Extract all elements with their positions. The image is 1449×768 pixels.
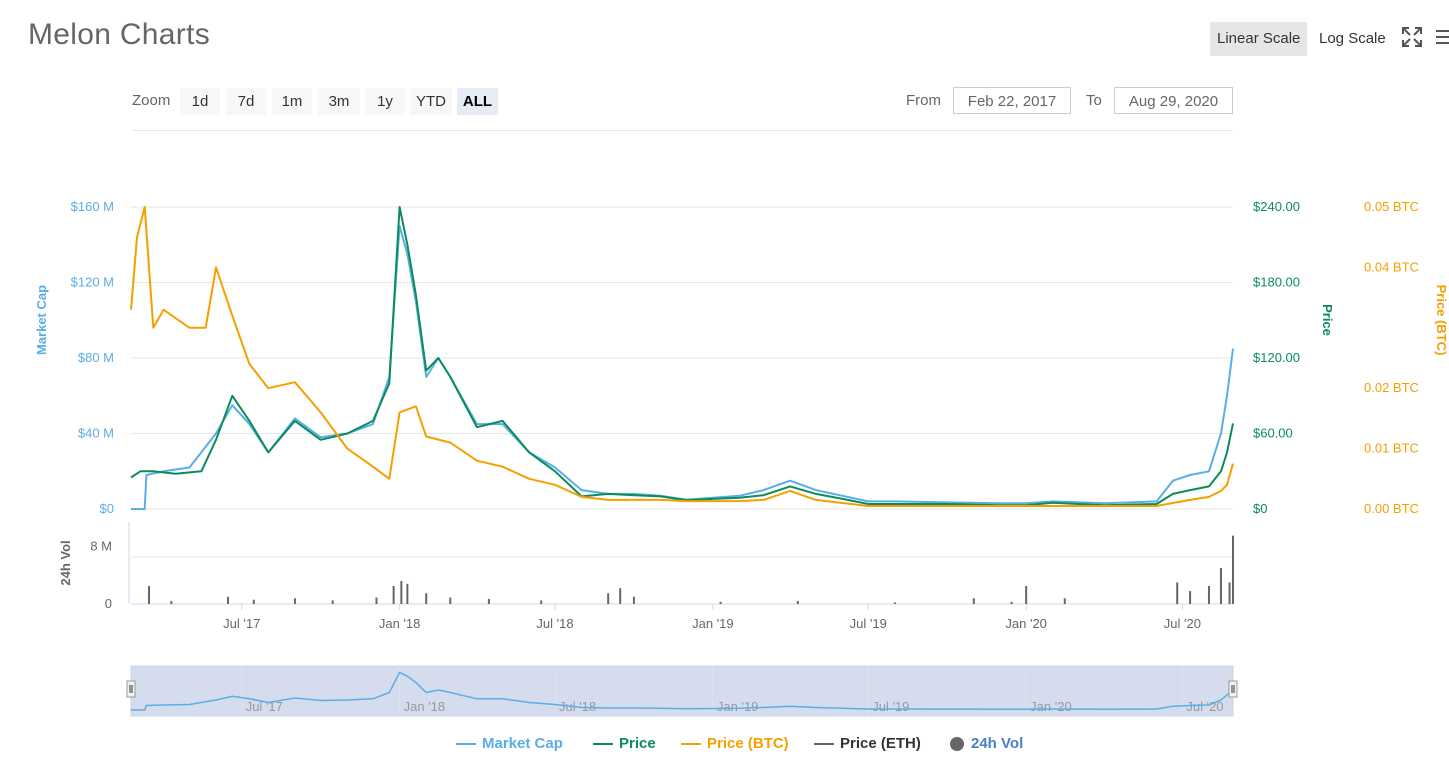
volume-bar bbox=[796, 601, 799, 604]
series-line-price-btc bbox=[130, 206, 1234, 507]
price-tick-label: $180.00 bbox=[1253, 275, 1300, 290]
legend-line-icon bbox=[593, 743, 613, 746]
btc-tick-label: 0.05 BTC bbox=[1364, 199, 1419, 214]
volume-tick-label: 0 bbox=[105, 596, 112, 611]
market-cap-tick-label: $160 M bbox=[71, 199, 114, 214]
x-tick-label: Jul '20 bbox=[1164, 616, 1201, 631]
handle-grip bbox=[126, 680, 136, 698]
x-tick-label: Jan '20 bbox=[1005, 616, 1047, 631]
market-cap-tick-label: $0 bbox=[100, 501, 114, 516]
legend-item-market-cap[interactable]: Market Cap bbox=[456, 735, 563, 752]
navigator-left-handle[interactable] bbox=[126, 680, 136, 698]
handle-grip bbox=[1228, 680, 1238, 698]
navigator: Jul '17 Jan '18 Jul '18 Jan '19 Jul '19 Jan '… bbox=[126, 665, 1238, 717]
volume-bar bbox=[375, 597, 378, 604]
btc-tick-label: 0.00 BTC bbox=[1364, 501, 1419, 516]
price-tick-label: $120.00 bbox=[1253, 350, 1300, 365]
volume-bar bbox=[487, 598, 490, 604]
btc-tick-label: 0.02 BTC bbox=[1364, 380, 1419, 395]
volume-bars bbox=[148, 535, 1234, 604]
volume-bar bbox=[1010, 601, 1013, 604]
series-line-market-cap bbox=[131, 224, 1234, 510]
volume-bar bbox=[540, 600, 543, 604]
btc-tick-label: 0.01 BTC bbox=[1364, 441, 1419, 456]
price-axis-title: Price bbox=[1320, 304, 1335, 336]
navigator-tick-label: Jan '20 bbox=[1030, 699, 1072, 714]
price-chart: $0 $40 M $80 M $120 M $160 M $0 $60.00 $120.00 $… bbox=[34, 199, 1449, 717]
grid-lines bbox=[128, 206, 1233, 605]
volume-bar bbox=[893, 602, 896, 604]
price-tick-label: $0 bbox=[1253, 501, 1267, 516]
volume-bar bbox=[226, 596, 229, 604]
legend-line-icon bbox=[681, 743, 701, 746]
volume-bar bbox=[449, 597, 452, 604]
navigator-right-handle[interactable] bbox=[1228, 680, 1238, 698]
volume-bar bbox=[1176, 582, 1179, 604]
volume-bar bbox=[1219, 568, 1222, 604]
volume-bar bbox=[632, 596, 635, 604]
btc-axis-title: Price (BTC) bbox=[1434, 285, 1449, 356]
x-tick-label: Jan '18 bbox=[379, 616, 421, 631]
volume-bar bbox=[1228, 582, 1231, 604]
volume-bar bbox=[1025, 586, 1028, 604]
market-cap-tick-label: $120 M bbox=[71, 275, 114, 290]
x-tick-label: Jul '19 bbox=[850, 616, 887, 631]
market-cap-axis-title: Market Cap bbox=[34, 285, 49, 355]
volume-bar bbox=[400, 580, 403, 604]
x-tick-label: Jul '18 bbox=[536, 616, 573, 631]
legend-item-price[interactable]: Price bbox=[593, 735, 656, 752]
navigator-tick-label: Jan '19 bbox=[717, 699, 759, 714]
price-tick-label: $60.00 bbox=[1253, 426, 1293, 441]
legend-line-icon bbox=[456, 743, 476, 746]
legend-line-icon bbox=[814, 743, 834, 746]
legend-item-price-btc[interactable]: Price (BTC) bbox=[681, 735, 789, 752]
volume-bar bbox=[972, 598, 975, 604]
legend-label: Price (ETH) bbox=[840, 735, 921, 752]
volume-bar bbox=[719, 601, 722, 604]
series-line-price bbox=[130, 206, 1234, 507]
x-tick-label: Jul '17 bbox=[223, 616, 260, 631]
legend-label: 24h Vol bbox=[971, 735, 1024, 752]
legend-label: Price bbox=[619, 735, 656, 752]
volume-bar bbox=[619, 588, 622, 604]
legend-label: Market Cap bbox=[482, 735, 563, 752]
volume-bar bbox=[425, 593, 428, 604]
volume-bar bbox=[148, 586, 151, 604]
legend-circle-icon bbox=[950, 737, 964, 752]
volume-tick-label: 8 M bbox=[90, 538, 112, 553]
price-tick-label: $240.00 bbox=[1253, 199, 1300, 214]
volume-bar bbox=[406, 583, 409, 604]
volume-bar bbox=[331, 600, 334, 604]
volume-axis-title: 24h Vol bbox=[58, 540, 73, 585]
volume-bar bbox=[1232, 535, 1234, 604]
navigator-tick-label: Jan '18 bbox=[404, 699, 446, 714]
market-cap-tick-label: $80 M bbox=[78, 350, 114, 365]
volume-bar bbox=[1189, 591, 1192, 604]
btc-tick-label: 0.04 BTC bbox=[1364, 259, 1419, 274]
legend-item-price-eth[interactable]: Price (ETH) bbox=[814, 735, 921, 752]
x-tick-label: Jan '19 bbox=[692, 616, 734, 631]
volume-bar bbox=[607, 593, 610, 604]
market-cap-tick-label: $40 M bbox=[78, 426, 114, 441]
volume-bar bbox=[170, 601, 173, 604]
navigator-tick-label: Jul '19 bbox=[872, 699, 909, 714]
volume-bar bbox=[392, 586, 395, 604]
legend-item-24h-vol[interactable]: 24h Vol bbox=[949, 735, 1023, 752]
volume-bar bbox=[293, 598, 296, 604]
volume-bar bbox=[1063, 598, 1066, 604]
legend-label: Price (BTC) bbox=[707, 735, 789, 752]
volume-bar bbox=[252, 599, 255, 604]
volume-bar bbox=[1207, 586, 1210, 604]
